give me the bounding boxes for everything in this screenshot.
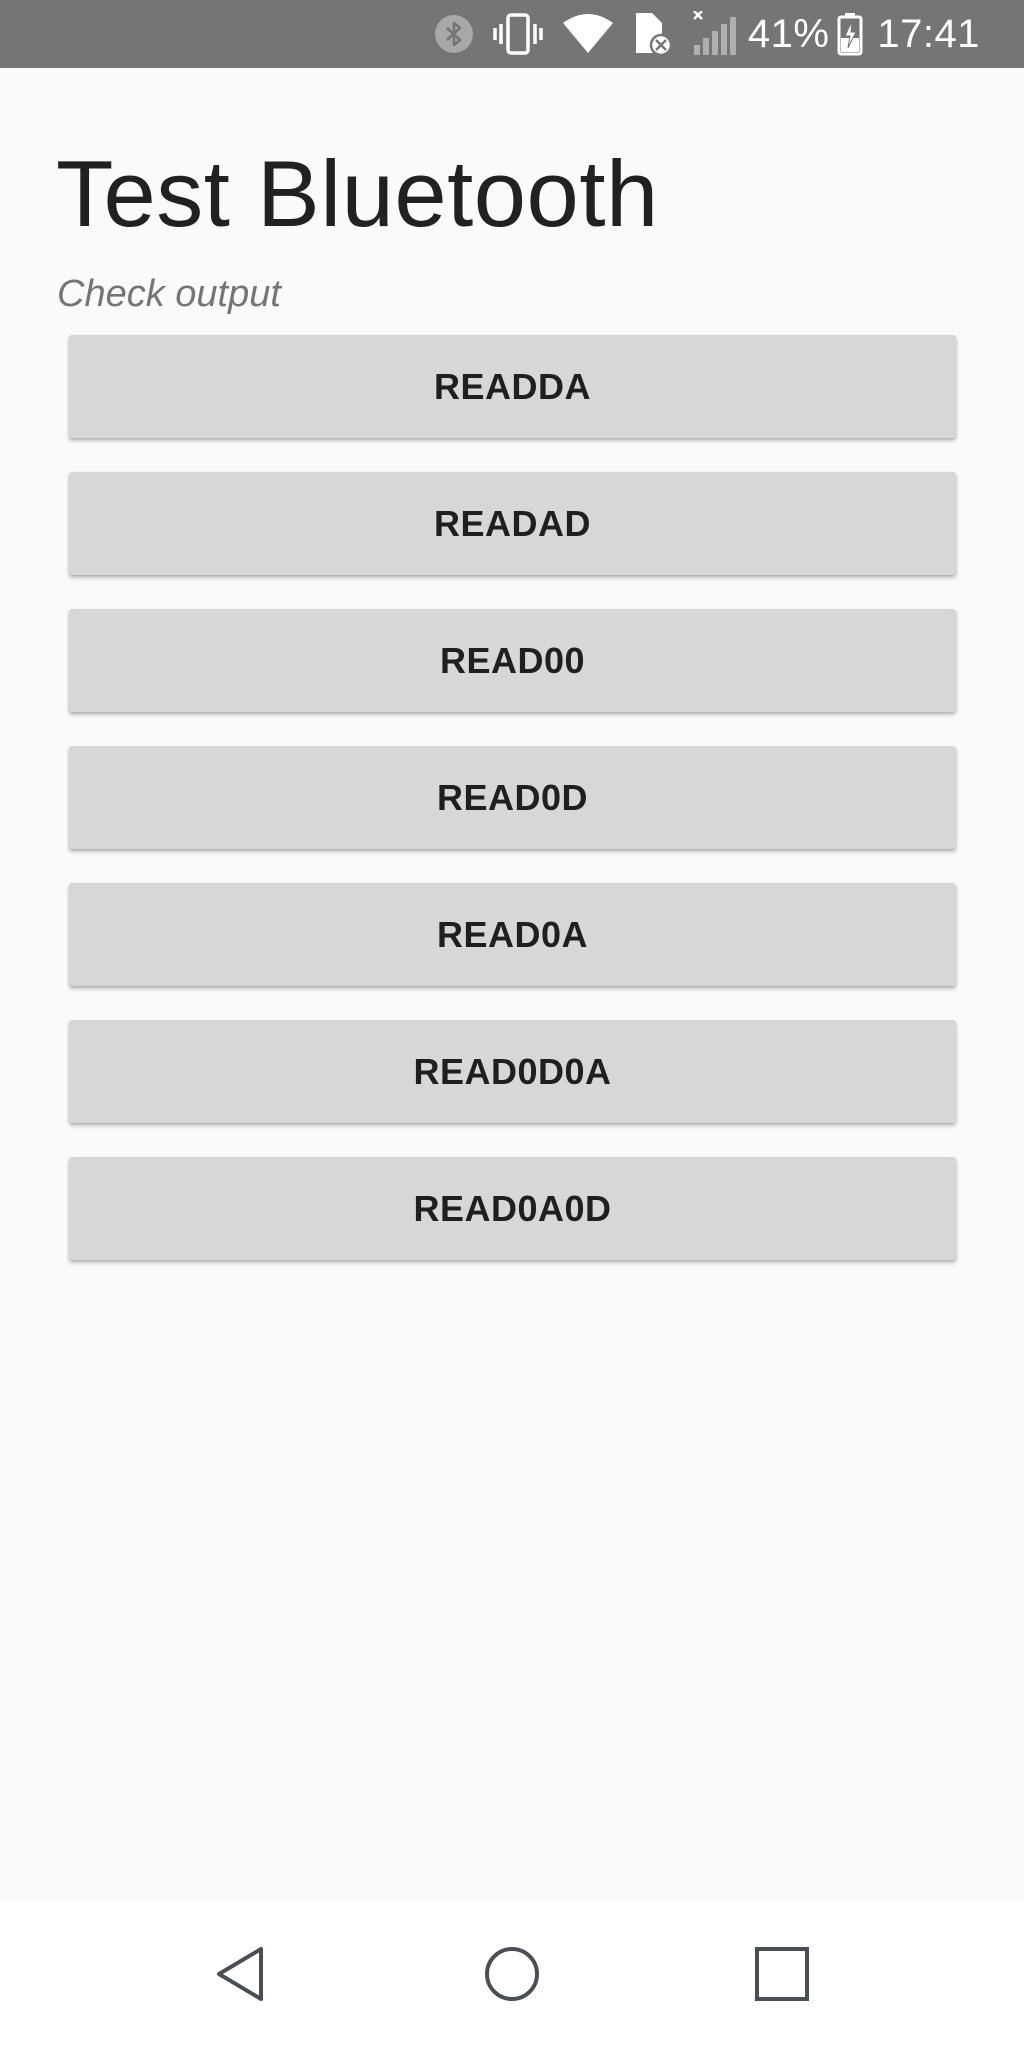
read0d0a-button[interactable]: READ0D0A [69, 1020, 956, 1123]
readad-button[interactable]: READAD [69, 472, 956, 575]
home-button[interactable] [462, 1924, 562, 2024]
read0a0d-button[interactable]: READ0A0D [69, 1157, 956, 1260]
navigation-bar [0, 1900, 1024, 2048]
readda-button[interactable]: READDA [69, 335, 956, 438]
subtitle: Check output [57, 273, 281, 315]
main-content: Test Bluetooth Check output READDA READA… [0, 68, 1024, 1900]
back-button[interactable] [192, 1924, 292, 2024]
bluetooth-icon [434, 14, 474, 54]
battery-charging-icon [837, 12, 863, 56]
read0a-button[interactable]: READ0A [69, 883, 956, 986]
recents-icon [755, 1947, 809, 2001]
button-list: READDA READAD READ00 READ0D READ0A READ0… [69, 335, 956, 1294]
back-icon [217, 1947, 263, 2001]
page-title: Test Bluetooth [56, 141, 659, 246]
vibrate-icon [492, 12, 544, 56]
battery-percent: 41% [747, 11, 830, 56]
no-sim-icon [632, 11, 674, 57]
wifi-icon [562, 13, 614, 55]
status-bar: 41% 17:41 [0, 0, 1024, 68]
clock: 17:41 [877, 11, 980, 56]
signal-icon [692, 11, 736, 57]
home-icon [485, 1947, 539, 2001]
app-screen: 41% 17:41 Test Bluetooth Check output RE… [0, 0, 1024, 2048]
recents-button[interactable] [732, 1924, 832, 2024]
read00-button[interactable]: READ00 [69, 609, 956, 712]
read0d-button[interactable]: READ0D [69, 746, 956, 849]
